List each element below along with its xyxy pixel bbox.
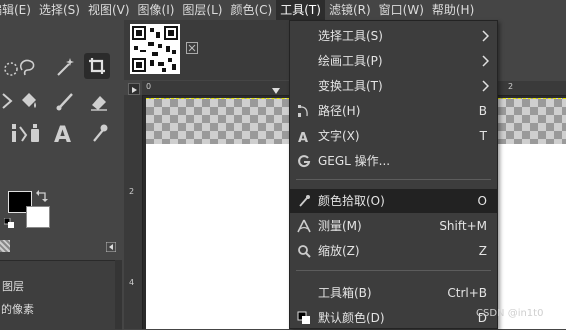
eraser-icon[interactable] <box>86 88 112 114</box>
menu-separator <box>296 270 491 271</box>
vertical-ruler[interactable]: 2 4 <box>124 95 143 329</box>
menu-item-shortcut: Z <box>478 244 487 258</box>
menu-item-shortcut: B <box>478 104 487 118</box>
tools-menu-dropdown: 选择工具(S) 绘画工具(P) 变换工具(T) 路径(H) B A 文字(X) … <box>289 20 498 329</box>
menu-item-label: 默认颜色(D) <box>318 311 385 325</box>
menu-item-paths[interactable]: 路径(H) B <box>290 99 497 123</box>
bucket-fill-icon[interactable] <box>16 88 42 114</box>
menu-colors[interactable]: 颜色(C) <box>226 0 276 20</box>
menu-item-label: 测量(M) <box>318 219 362 233</box>
swap-colors-icon[interactable] <box>36 190 48 202</box>
menu-item-text[interactable]: A 文字(X) T <box>290 124 497 148</box>
menu-item-toolbox[interactable]: 工具箱(B) Ctrl+B <box>290 281 497 305</box>
menu-windows[interactable]: 窗口(W) <box>375 0 428 20</box>
menu-select[interactable]: 选择(S) <box>35 0 84 20</box>
ruler-v-label-2: 2 <box>129 187 135 196</box>
default-colors-icon[interactable] <box>3 217 14 228</box>
svg-text:A: A <box>54 123 71 145</box>
menu-item-paint-tools[interactable]: 绘画工具(P) <box>290 49 497 73</box>
navigation-button[interactable] <box>128 83 140 95</box>
lasso-select-icon[interactable] <box>14 54 40 80</box>
menu-item-label: 选择工具(S) <box>318 29 383 43</box>
zoom-icon <box>297 244 311 258</box>
gegl-icon <box>297 154 311 168</box>
menu-item-label: 变换工具(T) <box>318 79 383 93</box>
default-colors-icon <box>297 311 311 325</box>
menu-item-gegl-operation[interactable]: GEGL 操作... <box>290 149 497 173</box>
menu-item-label: GEGL 操作... <box>318 154 391 168</box>
menu-item-label: 路径(H) <box>318 104 361 118</box>
menu-separator <box>296 179 491 180</box>
horizontal-ruler[interactable]: 0 <box>142 81 292 96</box>
menu-tools[interactable]: 工具(T) <box>276 0 325 20</box>
color-picker-icon <box>297 194 311 208</box>
menu-help[interactable]: 帮助(H) <box>428 0 478 20</box>
menu-image[interactable]: 图像(I) <box>134 0 179 20</box>
menu-item-measure[interactable]: 测量(M) Shift+M <box>290 214 497 238</box>
layers-panel: 图层 的像素 <box>0 260 122 330</box>
menu-item-selection-tools[interactable]: 选择工具(S) <box>290 24 497 48</box>
image-thumbnail[interactable] <box>130 24 180 74</box>
menu-item-transform-tools[interactable]: 变换工具(T) <box>290 74 497 98</box>
measure-icon <box>297 219 311 233</box>
menu-item-label: 工具箱(B) <box>318 286 372 300</box>
text-tool-icon: A <box>297 129 311 143</box>
submenu-arrow-icon <box>481 30 490 42</box>
menu-item-shortcut: O <box>477 194 487 208</box>
ruler-h-label-0: 0 <box>146 82 152 91</box>
menu-view[interactable]: 视图(V) <box>84 0 134 20</box>
menu-item-default-colors[interactable]: 默认颜色(D) D <box>290 306 497 330</box>
layers-panel-row-2: 的像素 <box>1 303 34 316</box>
menu-edit[interactable]: 编辑(E) <box>0 0 35 20</box>
watermark: CSDN @in1t0 <box>476 308 544 319</box>
horizontal-ruler-right[interactable]: 2 <box>496 81 566 96</box>
menu-item-shortcut: Shift+M <box>439 219 487 233</box>
menu-item-label: 缩放(Z) <box>318 244 360 258</box>
layers-scrollbar[interactable] <box>115 260 122 329</box>
background-color-swatch[interactable] <box>26 206 50 228</box>
close-tab-icon[interactable] <box>186 42 198 54</box>
menu-filters[interactable]: 滤镜(R) <box>325 0 375 20</box>
menu-item-zoom[interactable]: 缩放(Z) Z <box>290 239 497 263</box>
menu-item-color-picker[interactable]: 颜色拾取(O) O <box>290 189 497 213</box>
path-icon <box>297 104 311 118</box>
ruler-h-label-2: 2 <box>508 82 514 91</box>
svg-text:A: A <box>298 131 308 143</box>
collapse-left-icon[interactable] <box>105 241 117 253</box>
ruler-pointer-marker <box>272 88 280 94</box>
paintbrush-icon[interactable] <box>52 88 78 114</box>
image-tabs <box>124 20 290 80</box>
layers-panel-row-1: 图层 <box>2 280 24 293</box>
submenu-arrow-icon <box>481 55 490 67</box>
airbrush-icon[interactable] <box>22 120 48 146</box>
menu-item-label: 文字(X) <box>318 129 360 143</box>
text-tool-icon[interactable]: A <box>50 120 76 146</box>
menu-item-shortcut: Ctrl+B <box>447 286 487 300</box>
fuzzy-select-icon[interactable] <box>52 54 78 80</box>
pattern-swatch[interactable] <box>0 240 10 252</box>
crop-tool-icon[interactable] <box>84 53 110 79</box>
menu-bar: 编辑(E) 选择(S) 视图(V) 图像(I) 图层(L) 颜色(C) 工具(T… <box>0 0 566 20</box>
submenu-arrow-icon <box>481 80 490 92</box>
menu-layer[interactable]: 图层(L) <box>178 0 226 20</box>
color-picker-icon[interactable] <box>86 120 112 146</box>
menu-item-label: 绘画工具(P) <box>318 54 383 68</box>
ruler-v-label-4: 4 <box>129 278 135 287</box>
menu-item-label: 颜色拾取(O) <box>318 194 385 208</box>
menu-item-shortcut: T <box>479 129 487 143</box>
toolbox: A 图层 的像素 <box>0 20 124 330</box>
